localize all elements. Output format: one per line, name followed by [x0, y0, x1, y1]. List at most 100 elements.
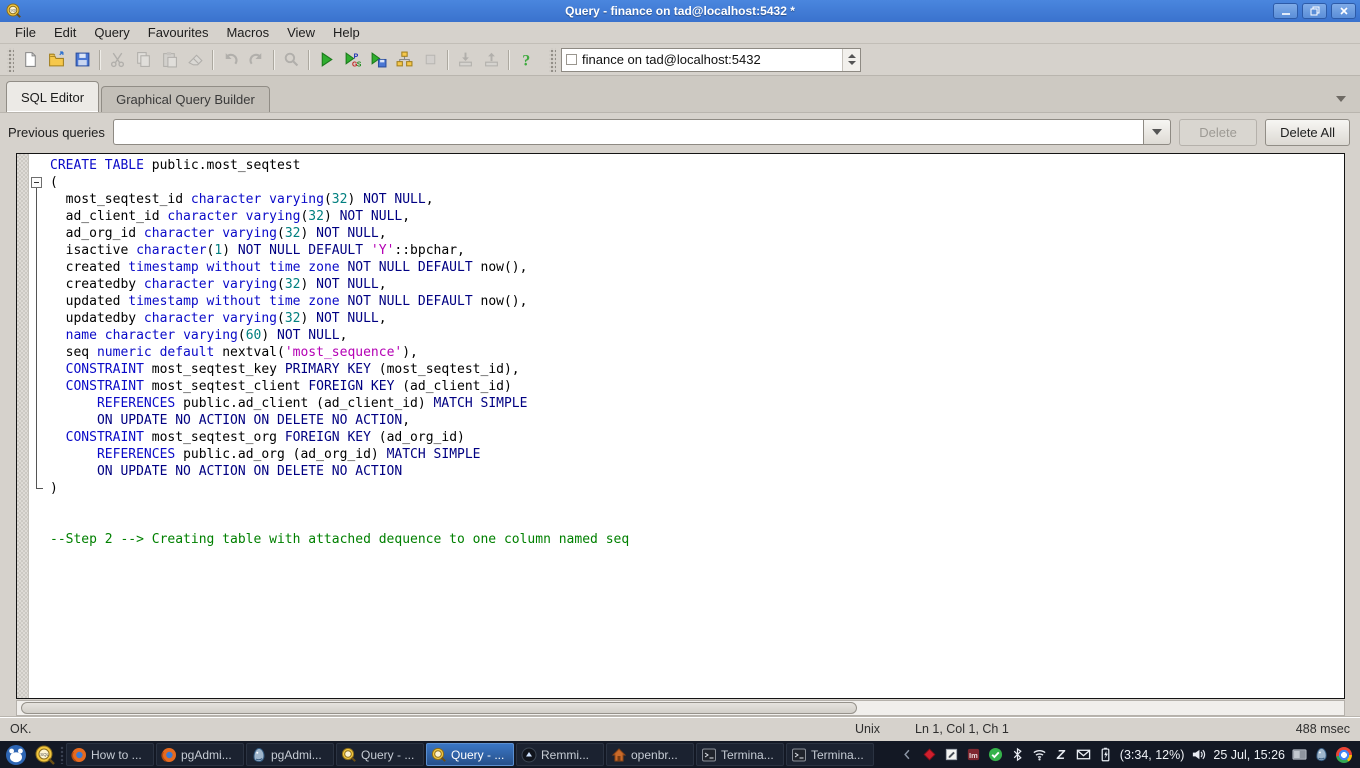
workspace-switcher[interactable]	[1292, 747, 1307, 762]
execute-to-file-button[interactable]	[365, 47, 391, 73]
code-line: most_seqtest_id character varying(32) NO…	[50, 191, 1340, 208]
code-token: timestamp without time zone	[128, 294, 339, 309]
run-to-file-icon	[370, 51, 387, 68]
im-tray-icon[interactable]: Im	[966, 747, 981, 762]
mail-tray-icon[interactable]	[1076, 747, 1091, 762]
z-app-tray-icon[interactable]: Z	[1054, 747, 1069, 762]
taskbar-window-howto[interactable]: How to ...	[66, 743, 154, 766]
connection-spinner[interactable]	[842, 49, 860, 71]
taskbar-window-terminal-2[interactable]: Termina...	[786, 743, 874, 766]
sql-editor[interactable]: CREATE TABLE public.most_seqtest( most_s…	[16, 153, 1345, 699]
code-token: most_seqtest_client	[144, 379, 308, 394]
notes-tray-icon[interactable]	[944, 747, 959, 762]
menu-item-help[interactable]: Help	[324, 23, 369, 42]
taskbar-window-terminal-1[interactable]: Termina...	[696, 743, 784, 766]
code-token: ,	[402, 413, 410, 428]
previous-queries-dropdown-button[interactable]	[1143, 119, 1171, 145]
code-token: most_seqtest_id	[50, 192, 191, 207]
green-check-tray-icon[interactable]	[988, 747, 1003, 762]
code-token: character varying	[144, 226, 277, 241]
editor-wrap: CREATE TABLE public.most_seqtest( most_s…	[0, 151, 1360, 716]
taskbar-window-openbravo[interactable]: openbr...	[606, 743, 694, 766]
open-file-button[interactable]	[43, 47, 69, 73]
code-token: ::bpchar,	[394, 243, 464, 258]
run-icon	[318, 51, 335, 68]
postgresql-icon	[251, 747, 267, 763]
pgadmin-launcher-button[interactable]: SQL	[32, 742, 58, 767]
toolbar-grip[interactable]	[549, 48, 556, 72]
explain-query-button[interactable]	[391, 47, 417, 73]
menu-item-file[interactable]: File	[6, 23, 45, 42]
code-token: CONSTRAINT	[66, 379, 144, 394]
taskbar-window-query-1[interactable]: Query - ...	[336, 743, 424, 766]
help-button[interactable]: ?	[513, 47, 539, 73]
chrome-tray-icon[interactable]	[1336, 747, 1352, 763]
taskbar-window-remmina[interactable]: Remmi...	[516, 743, 604, 766]
taskbar-window-pgadmin-ff[interactable]: pgAdmi...	[156, 743, 244, 766]
title-bar[interactable]: SQL Query - finance on tad@localhost:543…	[0, 0, 1360, 22]
close-button[interactable]	[1331, 3, 1356, 19]
tab-graphical-query-builder[interactable]: Graphical Query Builder	[101, 86, 270, 112]
download-box-icon	[457, 51, 474, 68]
tray-collapse-arrow-icon[interactable]	[900, 747, 915, 762]
restore-button[interactable]	[1302, 3, 1327, 19]
code-token	[363, 243, 371, 258]
taskbar-window-query-2-active[interactable]: Query - ...	[426, 743, 514, 766]
tab-overflow-arrow-icon[interactable]	[1336, 96, 1346, 102]
menu-item-favourites[interactable]: Favourites	[139, 23, 218, 42]
code-area[interactable]: CREATE TABLE public.most_seqtest( most_s…	[44, 154, 1344, 698]
execute-query-button[interactable]	[313, 47, 339, 73]
save-file-button[interactable]	[69, 47, 95, 73]
clock[interactable]: 25 Jul, 15:26	[1213, 748, 1285, 762]
code-token: character varying	[144, 277, 277, 292]
code-token: )	[324, 209, 340, 224]
code-token	[50, 447, 97, 462]
tab-sql-editor[interactable]: SQL Editor	[6, 81, 99, 112]
code-token: ,	[379, 311, 387, 326]
code-line: --Step 2 --> Creating table with attache…	[50, 531, 1340, 548]
code-token: CREATE TABLE	[50, 158, 144, 173]
code-token: public.ad_org (ad_org_id)	[175, 447, 386, 462]
postgresql-tray-icon[interactable]	[1314, 747, 1329, 762]
bluetooth-tray-icon[interactable]	[1010, 747, 1025, 762]
toolbar-grip[interactable]	[7, 48, 14, 72]
scrollbar-thumb[interactable]	[21, 702, 857, 714]
code-token: numeric default	[97, 345, 214, 360]
code-token	[50, 464, 97, 479]
execute-pgscript-button[interactable]: PGS	[339, 47, 365, 73]
new-query-button[interactable]	[17, 47, 43, 73]
new-file-icon	[22, 51, 39, 68]
delete-all-button[interactable]: Delete All	[1265, 119, 1350, 146]
stop-icon	[422, 51, 439, 68]
volume-tray-icon[interactable]	[1191, 747, 1206, 762]
pgadmin-query-icon: SQL	[34, 744, 56, 766]
battery-status-text: (3:34, 12%)	[1120, 748, 1185, 762]
red-diamond-tray-icon[interactable]	[922, 747, 937, 762]
redo-icon	[248, 51, 265, 68]
code-token	[50, 362, 66, 377]
code-token: character varying	[191, 192, 324, 207]
minimize-button[interactable]	[1273, 3, 1298, 19]
connection-combobox[interactable]: finance on tad@localhost:5432	[561, 48, 861, 72]
menu-item-view[interactable]: View	[278, 23, 324, 42]
code-line: CREATE TABLE public.most_seqtest	[50, 157, 1340, 174]
horizontal-scrollbar[interactable]	[16, 700, 1345, 716]
menu-item-macros[interactable]: Macros	[217, 23, 278, 42]
cut-icon	[109, 51, 126, 68]
menu-item-query[interactable]: Query	[85, 23, 138, 42]
fold-collapse-icon[interactable]	[31, 177, 42, 188]
code-token	[50, 430, 66, 445]
battery-tray-icon[interactable]	[1098, 747, 1113, 762]
code-line: ON UPDATE NO ACTION ON DELETE NO ACTION,	[50, 412, 1340, 429]
code-token: character	[136, 243, 206, 258]
applications-menu-button[interactable]	[2, 742, 30, 767]
code-token: )	[300, 226, 316, 241]
code-token: NOT NULL	[277, 328, 340, 343]
taskbar-window-pgadmin[interactable]: pgAdmi...	[246, 743, 334, 766]
code-token: NOT NULL	[316, 311, 379, 326]
menu-item-edit[interactable]: Edit	[45, 23, 85, 42]
wifi-tray-icon[interactable]	[1032, 747, 1047, 762]
code-token: ,	[379, 277, 387, 292]
previous-queries-input[interactable]	[113, 119, 1143, 145]
code-token: ,	[402, 209, 410, 224]
